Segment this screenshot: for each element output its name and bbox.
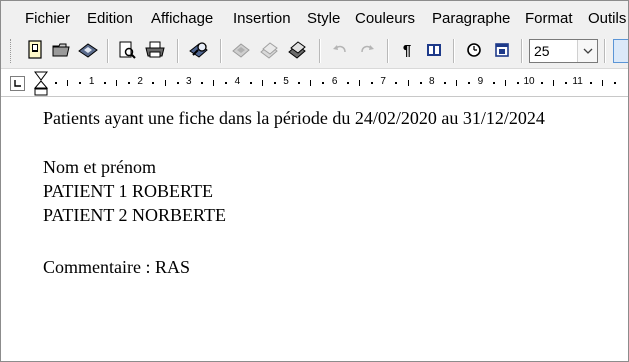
toolbar-grip[interactable]: [10, 39, 14, 63]
print-preview-icon[interactable]: [115, 38, 139, 62]
ruler-number: 10: [523, 76, 535, 87]
toolbar-separator: [604, 39, 605, 63]
toolbar-separator: [453, 39, 454, 63]
ruler-number: 1: [88, 76, 95, 87]
pilcrow-icon[interactable]: ¶: [395, 38, 419, 62]
redo-icon[interactable]: [355, 38, 379, 62]
pilcrow-glyph: ¶: [402, 41, 412, 59]
ruler-number: 9: [477, 76, 484, 87]
page-break-icon[interactable]: [422, 38, 446, 62]
ruler-dot: [516, 82, 519, 84]
ruler-dot: [152, 82, 155, 84]
chevron-down-icon[interactable]: [577, 40, 597, 62]
ruler-number: 7: [380, 76, 386, 87]
ruler-dot: [614, 82, 617, 84]
ruler-half-tick: [358, 80, 360, 86]
cut-icon[interactable]: [229, 38, 253, 62]
ruler-number: 5: [283, 76, 289, 87]
ruler-dot: [589, 82, 592, 84]
ruler-scale[interactable]: 1 2 3 4 5 6 7 8 9 10 11: [31, 76, 628, 89]
ruler-half-tick: [261, 80, 263, 86]
menu-paragraphe[interactable]: Paragraphe: [432, 10, 510, 27]
ruler-dot: [371, 82, 374, 84]
menu-edition[interactable]: Edition: [87, 10, 133, 27]
ruler-half-tick: [601, 80, 603, 86]
ruler-half-tick: [456, 80, 458, 86]
indent-marker[interactable]: [33, 71, 49, 97]
comment-line: Commentaire : RAS: [43, 257, 190, 277]
ruler-half-tick: [553, 80, 555, 86]
open-folder-icon[interactable]: [49, 38, 73, 62]
menu-affichage[interactable]: Affichage: [151, 10, 213, 27]
ruler-dot: [468, 82, 471, 84]
clock-icon[interactable]: [462, 38, 486, 62]
ruler-dot: [565, 82, 568, 84]
ruler-dot: [443, 82, 446, 84]
report-title: Patients ayant une fiche dans la période…: [43, 108, 545, 128]
copy-icon[interactable]: [257, 38, 281, 62]
toolbar-separator: [177, 39, 178, 63]
column-heading: Nom et prénom: [43, 157, 156, 177]
editor-window: Fichier Edition Affichage Insertion Styl…: [0, 0, 629, 362]
ruler-dot: [79, 82, 82, 84]
menu-insertion[interactable]: Insertion: [233, 10, 291, 27]
ruler-dot: [419, 82, 422, 84]
undo-icon[interactable]: [328, 38, 352, 62]
calendar-icon[interactable]: [490, 38, 514, 62]
toolbar-separator: [319, 39, 320, 63]
menu-bar: Fichier Edition Affichage Insertion Styl…: [1, 1, 628, 33]
toolbar-separator: [107, 39, 108, 63]
ruler-half-tick: [213, 80, 215, 86]
menu-style[interactable]: Style: [307, 10, 340, 27]
ruler-half-tick: [407, 80, 409, 86]
new-document-icon[interactable]: [23, 38, 47, 62]
ruler-dot: [298, 82, 301, 84]
toolbar-separator: [387, 39, 388, 63]
ruler-number: 11: [572, 76, 583, 87]
ruler-dot: [55, 82, 58, 84]
ruler-dot: [200, 82, 203, 84]
document-area[interactable]: Patients ayant une fiche dans la période…: [1, 97, 628, 361]
save-icon[interactable]: [76, 38, 100, 62]
ruler-dot: [225, 82, 228, 84]
toolbar-separator: [521, 39, 522, 63]
menu-fichier[interactable]: Fichier: [25, 10, 70, 27]
find-icon[interactable]: [187, 38, 211, 62]
ruler-half-tick: [164, 80, 166, 86]
ruler-half-tick: [115, 80, 117, 86]
ruler-dot: [395, 82, 398, 84]
ruler-half-tick: [67, 80, 69, 86]
tab-stop-selector[interactable]: [10, 76, 25, 91]
ruler-number: 8: [429, 76, 435, 87]
ruler-dot: [346, 82, 349, 84]
ruler-number: 4: [234, 76, 241, 87]
print-icon[interactable]: [143, 38, 167, 62]
menu-outils[interactable]: Outils: [588, 10, 626, 27]
ruler-dot: [249, 82, 252, 84]
ruler-dot: [128, 82, 131, 84]
menu-couleurs[interactable]: Couleurs: [355, 10, 415, 27]
ruler-dot: [273, 82, 276, 84]
toolbar-overflow-button[interactable]: [613, 39, 628, 63]
toolbar: ¶ 25: [1, 33, 628, 69]
ruler-number: 2: [137, 76, 143, 87]
ruler-dot: [492, 82, 495, 84]
paste-icon[interactable]: [285, 38, 309, 62]
font-size-select[interactable]: 25: [529, 39, 598, 63]
patient-line: PATIENT 2 NORBERTE: [43, 205, 226, 225]
ruler: 1 2 3 4 5 6 7 8 9 10 11: [1, 69, 628, 97]
ruler-dot: [541, 82, 544, 84]
ruler-half-tick: [310, 80, 312, 86]
ruler-number: 3: [186, 76, 192, 87]
ruler-half-tick: [504, 80, 506, 86]
toolbar-separator: [220, 39, 221, 63]
ruler-dot: [103, 82, 106, 84]
ruler-number: 6: [331, 76, 338, 87]
ruler-dot: [322, 82, 325, 84]
menu-format[interactable]: Format: [525, 10, 573, 27]
ruler-dot: [176, 82, 179, 84]
patient-line: PATIENT 1 ROBERTE: [43, 181, 213, 201]
font-size-value: 25: [534, 43, 550, 59]
